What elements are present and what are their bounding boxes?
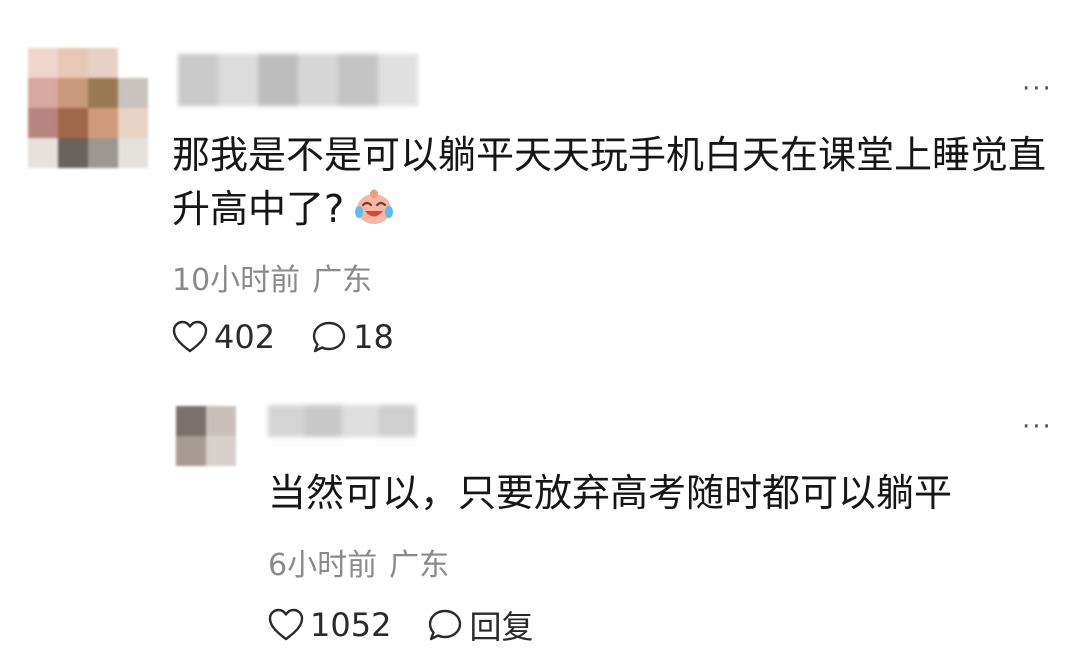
avatar-pixel — [28, 138, 58, 168]
crying-laughing-emoji-icon — [352, 184, 396, 242]
avatar-pixel — [176, 436, 206, 466]
reply-location: 广东 — [389, 548, 450, 583]
reply-time: 6小时前 — [268, 548, 378, 583]
reply-username-blurred[interactable] — [268, 405, 416, 437]
username-blur-block — [338, 54, 378, 106]
avatar-pixel — [118, 78, 148, 108]
heart-outline-icon — [172, 320, 208, 354]
avatar-pixel — [58, 138, 88, 168]
comment-actions: 402 18 — [172, 318, 394, 356]
username-blur-block — [298, 54, 338, 106]
reply-avatar[interactable] — [176, 406, 236, 466]
speech-bubble-icon — [311, 320, 347, 354]
avatar-pixel — [176, 406, 206, 436]
avatar-pixel — [88, 78, 118, 108]
reply-like-button[interactable]: 1052 — [268, 606, 391, 644]
avatar-pixel — [118, 108, 148, 138]
username-blur-block — [218, 54, 258, 106]
reply-count: 18 — [353, 318, 394, 356]
username-blur-block — [342, 405, 379, 437]
avatar-pixel — [28, 78, 58, 108]
comment-meta: 10小时前 广东 — [172, 255, 372, 299]
username-blur-block — [178, 54, 218, 106]
more-options-icon[interactable]: ··· — [1022, 76, 1053, 102]
avatar-pixel — [28, 48, 58, 78]
avatar-pixel — [58, 108, 88, 138]
comment-body: 那我是不是可以躺平天天玩手机白天在课堂上睡觉直升高中了? — [172, 133, 1047, 231]
speech-bubble-icon — [427, 608, 463, 642]
comment-time: 10小时前 — [172, 263, 301, 298]
username-blur-block — [268, 405, 305, 437]
avatar-pixel — [88, 108, 118, 138]
reply-text: 当然可以，只要放弃高考随时都可以躺平 — [268, 471, 953, 515]
reply-more-options-icon[interactable]: ··· — [1022, 414, 1053, 440]
reply-like-count: 1052 — [310, 606, 392, 644]
avatar-pixel — [118, 138, 148, 168]
avatar-pixel — [58, 48, 88, 78]
avatar-pixel — [58, 78, 88, 108]
username-blur-block — [378, 54, 418, 106]
avatar[interactable] — [28, 48, 148, 168]
reply-button[interactable]: 回复 — [427, 602, 533, 648]
reply-meta: 6小时前 广东 — [268, 540, 449, 584]
avatar-pixel — [28, 108, 58, 138]
avatar-pixel — [206, 406, 236, 436]
username-blurred[interactable] — [178, 54, 418, 106]
like-button[interactable]: 402 — [172, 318, 275, 356]
comment-location: 广东 — [312, 263, 373, 298]
like-count: 402 — [214, 318, 276, 356]
avatar-pixel — [118, 48, 148, 78]
avatar-pixel — [88, 138, 118, 168]
username-blur-block — [379, 405, 416, 437]
reply-label: 回复 — [469, 608, 534, 646]
comment-text: 那我是不是可以躺平天天玩手机白天在课堂上睡觉直升高中了? — [172, 128, 1062, 242]
avatar-pixel — [88, 48, 118, 78]
reply-count-button[interactable]: 18 — [311, 318, 394, 356]
reply-actions: 1052 回复 — [268, 602, 533, 648]
username-blur-block — [258, 54, 298, 106]
avatar-pixel — [206, 436, 236, 466]
username-blur-block — [305, 405, 342, 437]
heart-outline-icon — [268, 608, 304, 642]
